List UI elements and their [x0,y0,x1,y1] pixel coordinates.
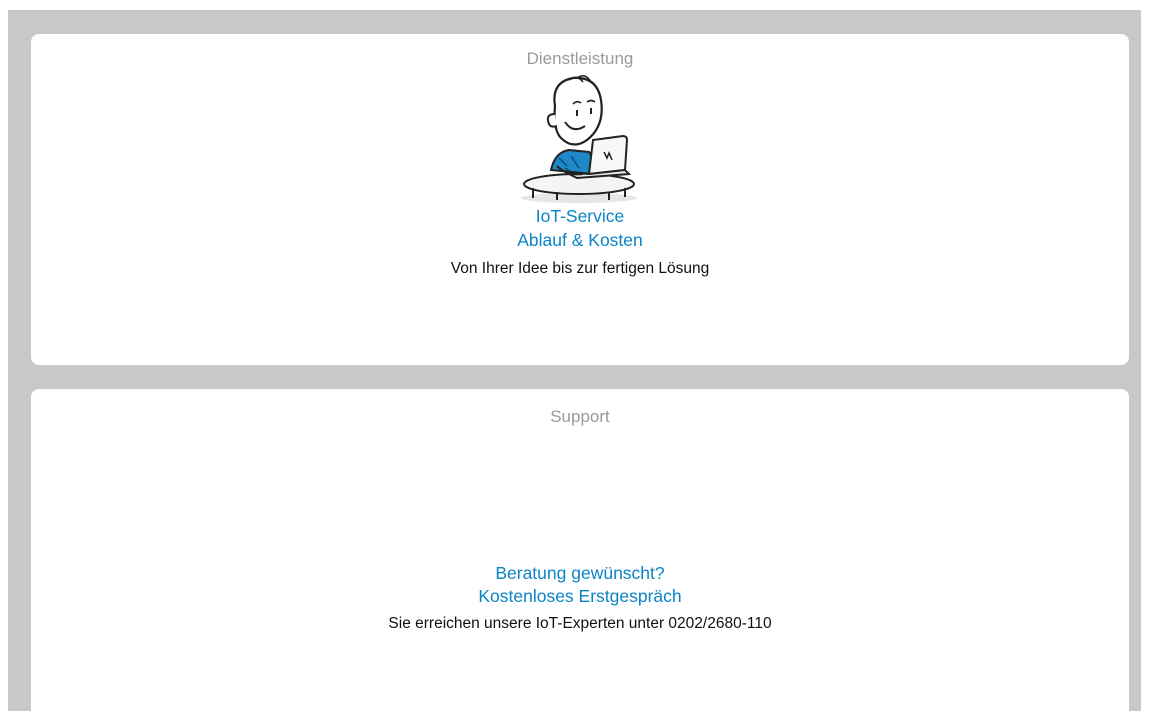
ablauf-kosten-link[interactable]: Ablauf & Kosten [31,230,1129,251]
beratung-link[interactable]: Beratung gewünscht? [31,563,1129,584]
service-subtitle: Von Ihrer Idee bis zur fertigen Lösung [450,260,710,277]
iot-service-link[interactable]: IoT-Service [31,206,1129,227]
shirt [549,148,595,176]
erstgespraech-link[interactable]: Kostenloses Erstgespräch [31,586,1129,607]
head [553,76,603,146]
service-card[interactable]: Dienstleistung IoT-Service Ablauf & Kost… [31,34,1129,365]
support-label: Support [550,407,610,426]
support-card[interactable]: Support Beratung gewünscht? Kostenloses … [31,389,1129,719]
support-subtitle: Sie erreichen unsere IoT-Experten unter … [388,615,772,632]
service-label: Dienstleistung [526,49,634,68]
person-at-laptop-illustration [521,74,637,203]
